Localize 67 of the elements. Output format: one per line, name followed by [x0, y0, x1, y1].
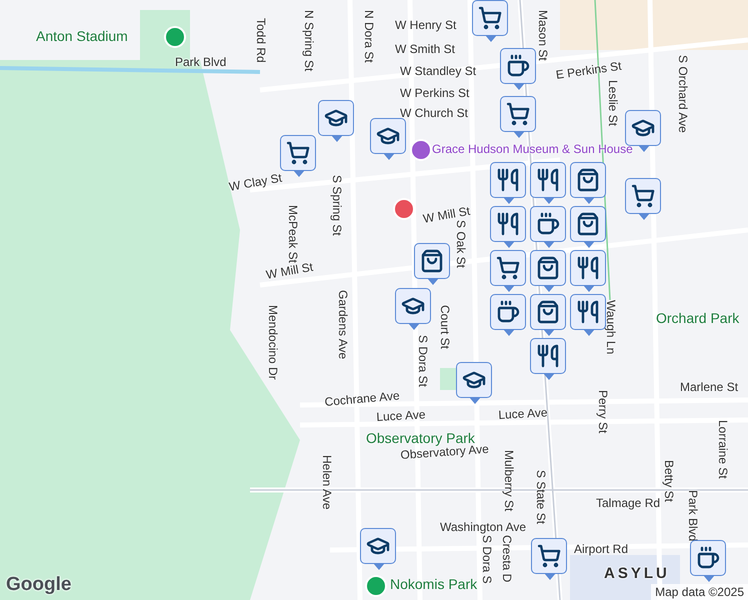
- street-label: S Dora S: [480, 535, 494, 584]
- street-label: Todd Rd: [254, 18, 268, 63]
- street-label: S Oak St: [454, 220, 468, 268]
- fork-knife-icon: [576, 256, 600, 280]
- coffee-cup-icon: [536, 212, 560, 236]
- street-label: Cresta D: [500, 535, 514, 582]
- place-label: ASYLU: [604, 565, 670, 582]
- cart-icon: [478, 6, 502, 30]
- cart-icon: [286, 141, 310, 165]
- coffee-cup-icon: [496, 300, 520, 324]
- street-label: W Church St: [400, 106, 468, 120]
- street-label: Talmage Rd: [596, 496, 660, 510]
- street-label: W Henry St: [395, 18, 456, 32]
- place-label: Anton Stadium: [36, 28, 128, 44]
- shopping-bag-icon: [576, 168, 600, 192]
- street-label: S State St: [534, 470, 548, 524]
- street-label: S Dora St: [416, 335, 430, 388]
- cart-icon: [537, 544, 561, 568]
- street-label: Helen Ave: [320, 455, 334, 510]
- coffee-cup-icon: [696, 546, 720, 570]
- street-label: Luce Ave: [498, 405, 548, 422]
- street-label: Park Blvd: [686, 490, 700, 542]
- place-label: Nokomis Park: [390, 576, 478, 592]
- street-label: Washington Ave: [440, 520, 526, 534]
- street-label: Court St: [438, 305, 452, 350]
- street-label: Waugh Ln: [604, 300, 618, 354]
- shopping-bag-icon: [536, 300, 560, 324]
- street-label: McPeak St: [286, 205, 300, 264]
- street-label: Marlene St: [680, 380, 738, 394]
- street-label: N Dora St: [362, 10, 376, 63]
- fork-knife-icon: [496, 212, 520, 236]
- cart-icon: [506, 102, 530, 126]
- street-label: S Orchard Ave: [676, 55, 690, 133]
- street-label: Mulberry St: [502, 450, 516, 512]
- street-label: Lorraine St: [716, 420, 730, 479]
- street-label: Mason St: [536, 10, 550, 61]
- map-attribution: Map data ©2025: [651, 584, 748, 600]
- street-label: W Smith St: [395, 42, 456, 56]
- street-label: W Clay St: [228, 170, 283, 194]
- street-label: Leslie St: [606, 80, 620, 126]
- street-label: Perry St: [596, 390, 610, 434]
- street-label: E Perkins St: [555, 58, 622, 82]
- shopping-bag-icon: [576, 212, 600, 236]
- street-label: Cochrane Ave: [324, 388, 400, 409]
- street-label: S Spring St: [330, 175, 344, 236]
- street-label: W Perkins St: [400, 86, 470, 100]
- coffee-cup-icon: [506, 54, 530, 78]
- fork-knife-icon: [536, 168, 560, 192]
- street-label: Park Blvd: [175, 55, 226, 69]
- street-label: Mendocino Dr: [266, 305, 280, 380]
- street-label: Betty St: [662, 460, 676, 502]
- street-label: Luce Ave: [376, 407, 426, 424]
- street-label: Airport Rd: [574, 542, 628, 556]
- street-label: Gardens Ave: [336, 290, 350, 360]
- fork-knife-icon: [576, 300, 600, 324]
- shopping-bag-icon: [420, 249, 444, 273]
- place-label: Observatory Park: [366, 430, 475, 446]
- shopping-bag-icon: [536, 256, 560, 280]
- place-label: Orchard Park: [656, 310, 740, 326]
- cart-icon: [496, 256, 520, 280]
- cart-icon: [631, 184, 655, 208]
- fork-knife-icon: [536, 344, 560, 368]
- street-label: W Standley St: [400, 64, 476, 78]
- google-logo: Google: [6, 574, 72, 596]
- fork-knife-icon: [496, 168, 520, 192]
- map-drawing[interactable]: [0, 0, 748, 600]
- street-label: N Spring St: [302, 10, 316, 72]
